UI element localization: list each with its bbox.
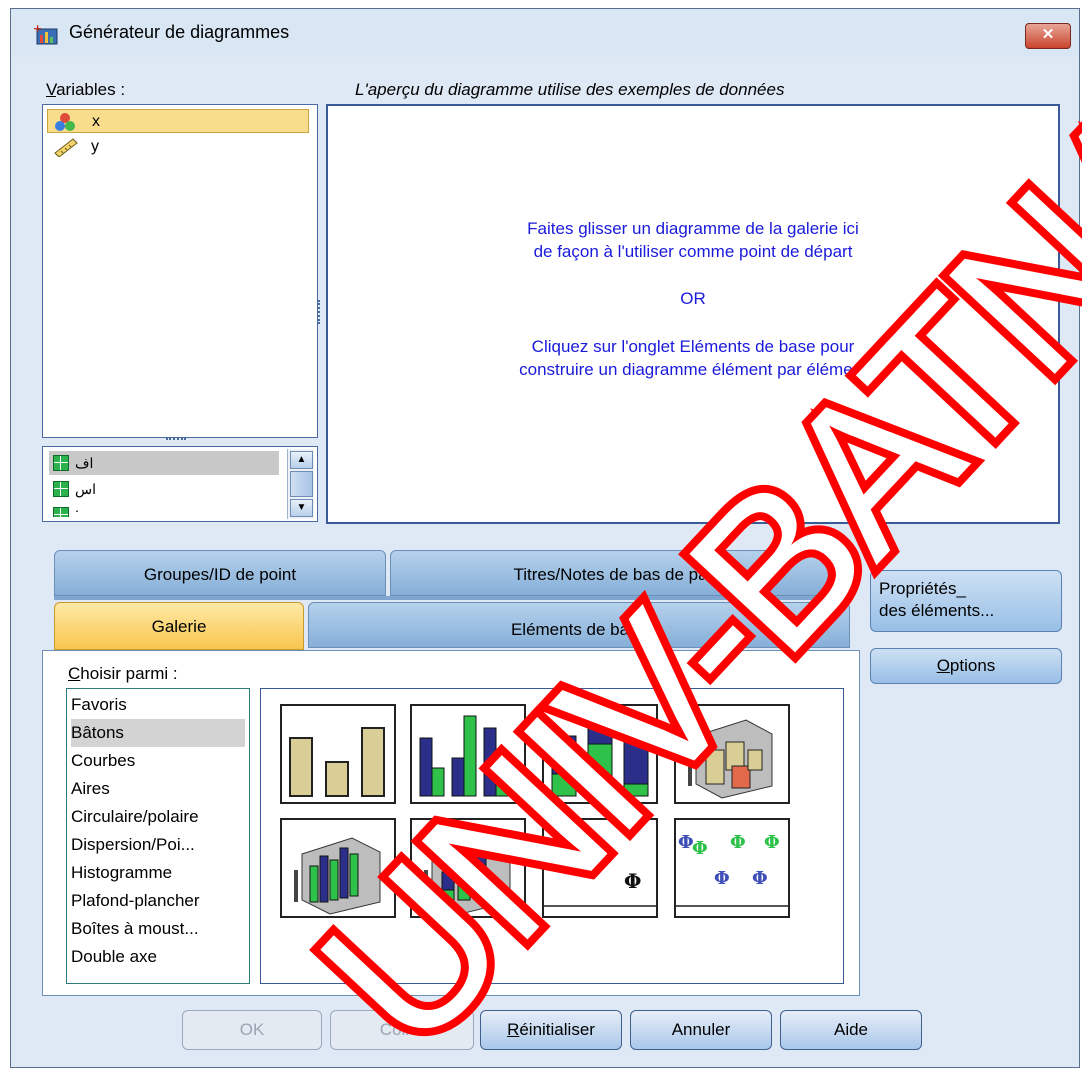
svg-text:Φ: Φ — [554, 827, 571, 851]
list-item[interactable]: اس — [49, 477, 279, 501]
variable-item-y[interactable]: y — [47, 135, 309, 159]
svg-text:Φ: Φ — [752, 868, 768, 889]
chart-type-list[interactable]: Favoris Bâtons Courbes Aires Circulaire/… — [66, 688, 250, 984]
list-item-label: اف — [75, 455, 94, 471]
tab-divider — [54, 596, 850, 600]
variable-item-x[interactable]: x — [47, 109, 309, 133]
tab-groups-point-id[interactable]: Groupes/ID de point — [54, 550, 386, 596]
help-button[interactable]: Aide — [780, 1010, 922, 1050]
scrollbar[interactable]: ▲ ▼ — [287, 449, 314, 519]
close-button[interactable]: ✕ — [1025, 23, 1071, 49]
list-item[interactable]: اف — [49, 451, 279, 475]
tab-titles-footnotes[interactable]: Titres/Notes de bas de page — [390, 550, 850, 596]
chart-type-favoris[interactable]: Favoris — [71, 691, 245, 719]
tab-gallery[interactable]: Galerie — [54, 602, 304, 650]
3d-stacked-bar-icon — [424, 837, 511, 915]
preview-or-text: OR — [680, 289, 706, 308]
svg-text:Φ: Φ — [730, 832, 746, 853]
simple-bar-chart-icon — [289, 727, 385, 797]
chart-builder-app-icon: + — [33, 23, 58, 45]
paste-button[interactable]: Coller — [330, 1010, 474, 1050]
chart-type-double-axe[interactable]: Double axe — [71, 943, 245, 971]
svg-text:Φ: Φ — [624, 869, 641, 893]
preview-hint-line3: Cliquez sur l'onglet Eléments de base po… — [531, 337, 855, 356]
gallery-stacked-bar[interactable] — [542, 704, 658, 804]
gallery-3d-clustered-bar[interactable] — [280, 818, 396, 918]
gallery-error-bar[interactable]: Φ Φ Φ — [542, 818, 658, 918]
element-properties-label-line1: Propriétés_ — [879, 579, 966, 598]
grid-icon — [53, 507, 69, 517]
chart-type-batons[interactable]: Bâtons — [71, 719, 245, 747]
error-bar-chart-icon: Φ Φ Φ — [544, 827, 656, 907]
svg-text:Φ: Φ — [714, 868, 730, 889]
choose-from-label: Choisir parmi : — [68, 664, 178, 683]
clustered-error-bar-icon: Φ Φ Φ Φ Φ Φ — [676, 832, 788, 907]
chart-type-aires[interactable]: Aires — [71, 775, 245, 803]
preview-hint-line1: Faites glisser un diagramme de la galeri… — [527, 219, 859, 238]
preview-hint-line2: de façon à l'utiliser comme point de dép… — [533, 242, 853, 261]
chart-type-dispersion[interactable]: Dispersion/Poi... — [71, 831, 245, 859]
ok-button[interactable]: OK — [182, 1010, 322, 1050]
svg-text:Φ: Φ — [590, 839, 607, 863]
window-title: Générateur de diagrammes — [69, 22, 290, 42]
scroll-down-arrow-icon[interactable]: ▼ — [290, 499, 313, 517]
clustered-bar-chart-icon — [419, 715, 509, 797]
scale-ruler-icon — [54, 138, 78, 157]
variables-list[interactable]: x y — [42, 104, 318, 438]
options-button[interactable]: Options — [870, 648, 1062, 684]
vertical-splitter-grip[interactable] — [318, 300, 324, 324]
reset-button[interactable]: Réinitialiser — [480, 1010, 622, 1050]
svg-text:Φ: Φ — [692, 838, 708, 859]
svg-text:Φ: Φ — [764, 832, 780, 853]
gallery-simple-bar[interactable] — [280, 704, 396, 804]
grid-icon — [53, 481, 69, 497]
stacked-bar-chart-icon — [551, 717, 649, 797]
chart-type-courbes[interactable]: Courbes — [71, 747, 245, 775]
list-item-label: . — [75, 503, 79, 515]
element-properties-button[interactable]: Propriétés_ des éléments... — [870, 570, 1062, 632]
list-item[interactable]: . — [49, 503, 279, 517]
scroll-up-arrow-icon[interactable]: ▲ — [290, 451, 313, 469]
title-bar: + Générateur de diagrammes ✕ — [11, 9, 1079, 57]
grid-icon — [53, 455, 69, 471]
nominal-variable-icon — [55, 113, 75, 131]
gallery-3d-bar[interactable] — [674, 704, 790, 804]
element-properties-label-line2: des éléments... — [879, 601, 995, 620]
variable-name: y — [91, 138, 99, 155]
chart-type-circulaire[interactable]: Circulaire/polaire — [71, 803, 245, 831]
cancel-button[interactable]: Annuler — [630, 1010, 772, 1050]
gallery-3d-stacked-bar[interactable] — [410, 818, 526, 918]
chart-type-plafond-plancher[interactable]: Plafond-plancher — [71, 887, 245, 915]
chart-type-boites[interactable]: Boîtes à moust... — [71, 915, 245, 943]
tab-basic-elements[interactable]: Eléments de base — [308, 602, 850, 648]
scroll-thumb[interactable] — [290, 471, 313, 497]
svg-text:+: + — [33, 23, 42, 35]
chart-preview-canvas[interactable]: Faites glisser un diagramme de la galeri… — [326, 104, 1060, 524]
variable-name: x — [92, 113, 100, 130]
preview-hint-line4: construire un diagramme élément par élém… — [519, 360, 867, 379]
3d-bar-chart-icon — [688, 719, 773, 799]
secondary-variables-list[interactable]: اف اس . ▲ ▼ — [42, 446, 318, 522]
list-item-label: اس — [75, 481, 96, 497]
preview-caption: L'aperçu du diagramme utilise des exempl… — [355, 80, 785, 99]
gallery-clustered-error-bar[interactable]: Φ Φ Φ Φ Φ Φ — [674, 818, 790, 918]
splitter-grip[interactable] — [166, 438, 186, 444]
chart-type-histogramme[interactable]: Histogramme — [71, 859, 245, 887]
variables-label: Variables : — [46, 80, 126, 99]
3d-clustered-bar-icon — [294, 837, 381, 915]
gallery-clustered-bar[interactable] — [410, 704, 526, 804]
